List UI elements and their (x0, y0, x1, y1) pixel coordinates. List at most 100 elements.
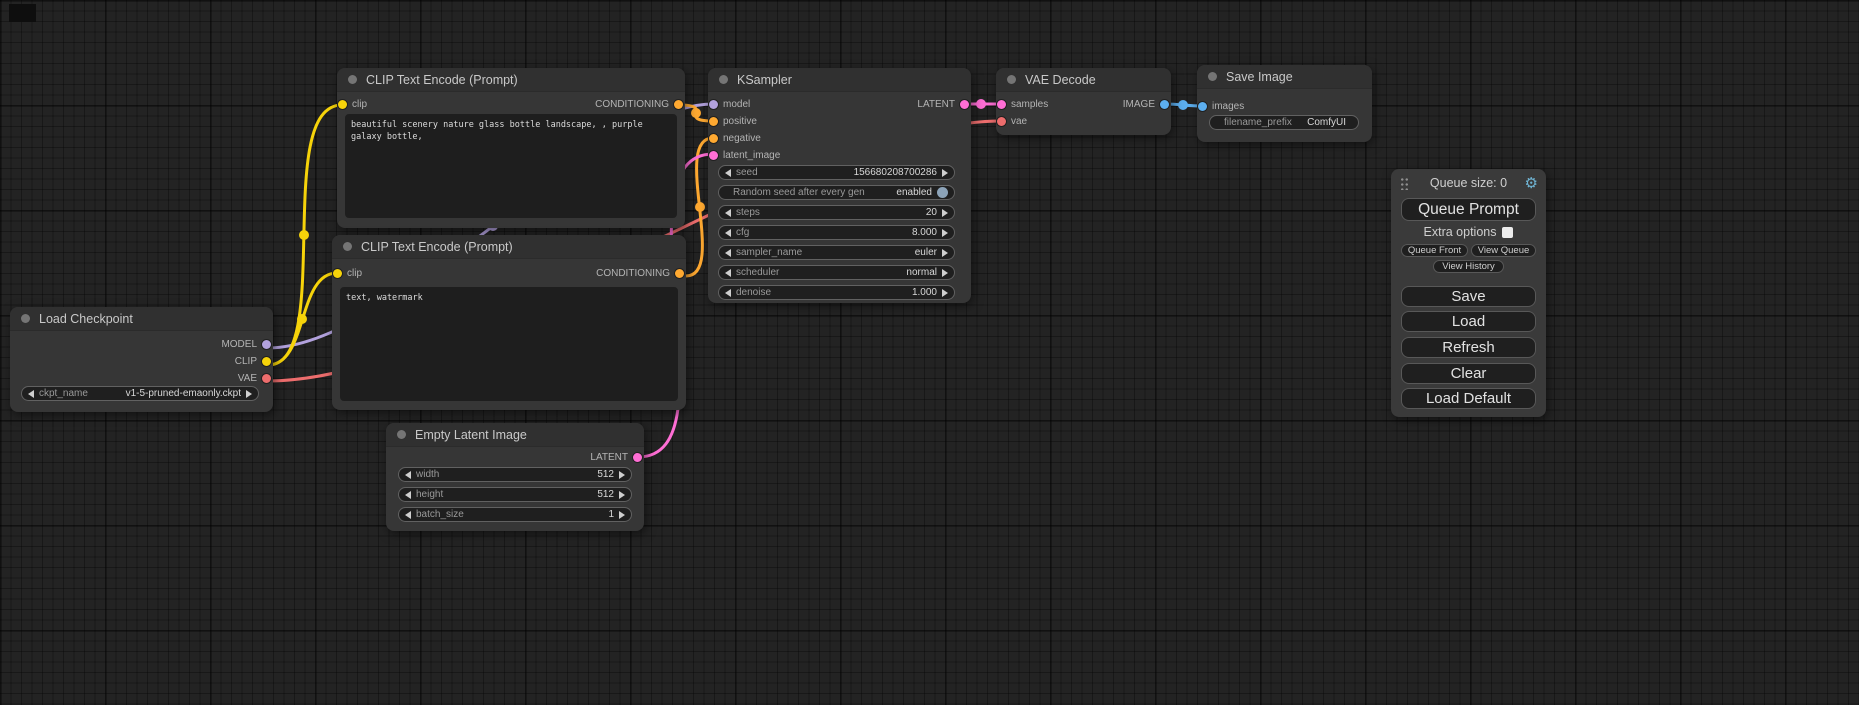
decrement-arrow-icon[interactable] (405, 471, 411, 479)
decrement-arrow-icon[interactable] (405, 491, 411, 499)
vae-port-dot[interactable] (997, 117, 1006, 126)
batch-size-widget[interactable]: batch_size 1 (398, 507, 632, 522)
increment-arrow-icon[interactable] (942, 229, 948, 237)
clear-button[interactable]: Clear (1401, 363, 1536, 384)
load-button[interactable]: Load (1401, 311, 1536, 332)
node-load-checkpoint[interactable]: Load Checkpoint MODEL CLIP VAE ckpt_name… (10, 307, 273, 412)
height-widget[interactable]: height 512 (398, 487, 632, 502)
prev-arrow-icon[interactable] (28, 390, 34, 398)
latent-port-dot[interactable] (997, 100, 1006, 109)
output-latent[interactable]: LATENT (917, 97, 969, 112)
cfg-widget[interactable]: cfg 8.000 (718, 225, 955, 240)
output-conditioning[interactable]: CONDITIONING (596, 266, 684, 281)
collapse-dot-icon[interactable] (21, 314, 30, 323)
settings-gear-icon[interactable]: ⚙ (1525, 174, 1538, 192)
increment-arrow-icon[interactable] (619, 491, 625, 499)
node-load-checkpoint-titlebar[interactable]: Load Checkpoint (10, 307, 273, 331)
input-clip[interactable]: clip (333, 266, 362, 281)
output-vae[interactable]: VAE (238, 371, 271, 386)
node-ksampler[interactable]: KSampler model positive negative latent_… (708, 68, 971, 303)
conditioning-port-dot[interactable] (709, 117, 718, 126)
steps-widget[interactable]: steps 20 (718, 205, 955, 220)
input-clip[interactable]: clip (338, 97, 367, 112)
width-widget[interactable]: width 512 (398, 467, 632, 482)
input-negative[interactable]: negative (709, 131, 761, 146)
queue-prompt-button[interactable]: Queue Prompt (1401, 198, 1536, 221)
filename-prefix-widget[interactable]: filename_prefix ComfyUI (1209, 115, 1359, 130)
random-seed-toggle-widget[interactable]: Random seed after every gen enabled (718, 185, 955, 200)
output-image[interactable]: IMAGE (1123, 97, 1169, 112)
input-latent-image[interactable]: latent_image (709, 148, 780, 163)
node-vae-decode[interactable]: VAE Decode samples vae IMAGE (996, 68, 1171, 135)
conditioning-port-dot[interactable] (709, 134, 718, 143)
drag-handle-icon[interactable] (1400, 177, 1409, 190)
decrement-arrow-icon[interactable] (405, 511, 411, 519)
view-history-button[interactable]: View History (1433, 260, 1504, 273)
toggle-knob-icon[interactable] (937, 187, 948, 198)
prev-arrow-icon[interactable] (725, 269, 731, 277)
collapse-dot-icon[interactable] (1208, 72, 1217, 81)
input-images[interactable]: images (1198, 99, 1244, 114)
output-conditioning[interactable]: CONDITIONING (595, 97, 683, 112)
node-titlebar[interactable]: VAE Decode (996, 68, 1171, 92)
collapse-dot-icon[interactable] (719, 75, 728, 84)
decrement-arrow-icon[interactable] (725, 209, 731, 217)
negative-prompt-textarea[interactable]: text, watermark (340, 287, 678, 401)
queue-front-button[interactable]: Queue Front (1401, 244, 1468, 257)
input-positive[interactable]: positive (709, 114, 757, 129)
next-arrow-icon[interactable] (942, 269, 948, 277)
input-model[interactable]: model (709, 97, 750, 112)
ckpt-name-widget[interactable]: ckpt_name v1-5-pruned-emaonly.ckpt (21, 386, 259, 401)
node-titlebar[interactable]: CLIP Text Encode (Prompt) (337, 68, 685, 92)
extra-options-checkbox[interactable] (1502, 227, 1513, 238)
vae-port-dot[interactable] (262, 374, 271, 383)
model-port-dot[interactable] (262, 340, 271, 349)
collapse-dot-icon[interactable] (343, 242, 352, 251)
image-port-dot[interactable] (1198, 102, 1207, 111)
clip-port-dot[interactable] (338, 100, 347, 109)
node-empty-latent-image[interactable]: Empty Latent Image LATENT width 512 heig… (386, 423, 644, 531)
scheduler-widget[interactable]: scheduler normal (718, 265, 955, 280)
node-titlebar[interactable]: CLIP Text Encode (Prompt) (332, 235, 686, 259)
output-clip[interactable]: CLIP (235, 354, 271, 369)
save-button[interactable]: Save (1401, 286, 1536, 307)
clip-port-dot[interactable] (262, 357, 271, 366)
refresh-button[interactable]: Refresh (1401, 337, 1536, 358)
image-port-dot[interactable] (1160, 100, 1169, 109)
conditioning-port-dot[interactable] (675, 269, 684, 278)
prev-arrow-icon[interactable] (725, 249, 731, 257)
collapse-dot-icon[interactable] (348, 75, 357, 84)
latent-port-dot[interactable] (709, 151, 718, 160)
latent-port-dot[interactable] (633, 453, 642, 462)
next-arrow-icon[interactable] (942, 289, 948, 297)
decrement-arrow-icon[interactable] (725, 229, 731, 237)
input-samples[interactable]: samples (997, 97, 1048, 112)
node-clip-text-encode-negative[interactable]: CLIP Text Encode (Prompt) clip CONDITION… (332, 235, 686, 410)
seed-widget[interactable]: seed 156680208700286 (718, 165, 955, 180)
increment-arrow-icon[interactable] (619, 471, 625, 479)
next-arrow-icon[interactable] (942, 249, 948, 257)
decrement-arrow-icon[interactable] (725, 169, 731, 177)
node-titlebar[interactable]: Save Image (1197, 65, 1372, 89)
clip-port-dot[interactable] (333, 269, 342, 278)
comfyui-canvas[interactable]: { "nodes": { "load_checkpoint": { "title… (0, 0, 1859, 705)
output-model[interactable]: MODEL (221, 337, 271, 352)
node-titlebar[interactable]: KSampler (708, 68, 971, 92)
decrement-arrow-icon[interactable] (725, 289, 731, 297)
node-titlebar[interactable]: Empty Latent Image (386, 423, 644, 447)
input-vae[interactable]: vae (997, 114, 1027, 129)
sampler-name-widget[interactable]: sampler_name euler (718, 245, 955, 260)
model-port-dot[interactable] (709, 100, 718, 109)
node-clip-text-encode-positive[interactable]: CLIP Text Encode (Prompt) clip CONDITION… (337, 68, 685, 228)
node-save-image[interactable]: Save Image images filename_prefix ComfyU… (1197, 65, 1372, 142)
load-default-button[interactable]: Load Default (1401, 388, 1536, 409)
collapse-dot-icon[interactable] (1007, 75, 1016, 84)
conditioning-port-dot[interactable] (674, 100, 683, 109)
positive-prompt-textarea[interactable]: beautiful scenery nature glass bottle la… (345, 114, 677, 218)
next-arrow-icon[interactable] (246, 390, 252, 398)
output-latent[interactable]: LATENT (590, 450, 642, 465)
increment-arrow-icon[interactable] (942, 169, 948, 177)
latent-port-dot[interactable] (960, 100, 969, 109)
denoise-widget[interactable]: denoise 1.000 (718, 285, 955, 300)
increment-arrow-icon[interactable] (619, 511, 625, 519)
